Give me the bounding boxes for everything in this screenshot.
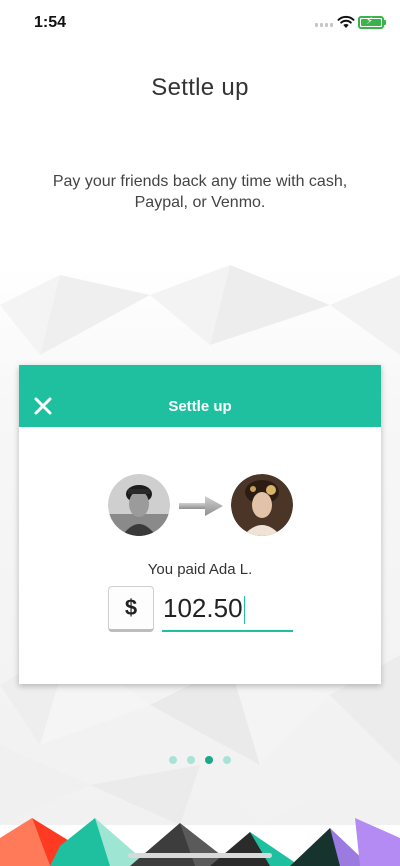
page-dot-4[interactable] xyxy=(223,756,231,764)
text-caret xyxy=(243,596,245,625)
page-subtitle: Pay your friends back any time with cash… xyxy=(52,173,348,211)
page-indicator xyxy=(0,756,400,764)
arrow-right-icon xyxy=(179,496,223,516)
page-title: Settle up xyxy=(151,74,249,101)
amount-input[interactable]: 102.50 xyxy=(162,587,293,632)
page-dot-1[interactable] xyxy=(169,756,177,764)
battery-icon: ⚡ xyxy=(358,16,386,29)
footer-decoration xyxy=(0,818,400,866)
to-avatar xyxy=(231,474,293,536)
close-icon[interactable] xyxy=(33,396,53,416)
status-bar: 1:54 ⚡ xyxy=(0,0,400,46)
amount-value: 102.50 xyxy=(163,593,243,623)
from-avatar xyxy=(108,474,170,536)
wifi-icon xyxy=(337,15,355,28)
cellular-signal-icon xyxy=(315,23,333,27)
page-dot-3-active[interactable] xyxy=(205,756,213,764)
card-title: Settle up xyxy=(168,398,232,415)
status-time: 1:54 xyxy=(34,14,67,31)
card-header: Settle up xyxy=(19,365,381,427)
screen: 1:54 ⚡ Settle up Pay your friends back a… xyxy=(0,0,400,866)
home-indicator[interactable] xyxy=(128,853,272,858)
page-dot-2[interactable] xyxy=(187,756,195,764)
settle-up-card: Settle up You paid Ada L. $ 102.50 xyxy=(19,365,381,684)
currency-button[interactable]: $ xyxy=(108,586,154,632)
paid-label: You paid Ada L. xyxy=(147,561,253,578)
